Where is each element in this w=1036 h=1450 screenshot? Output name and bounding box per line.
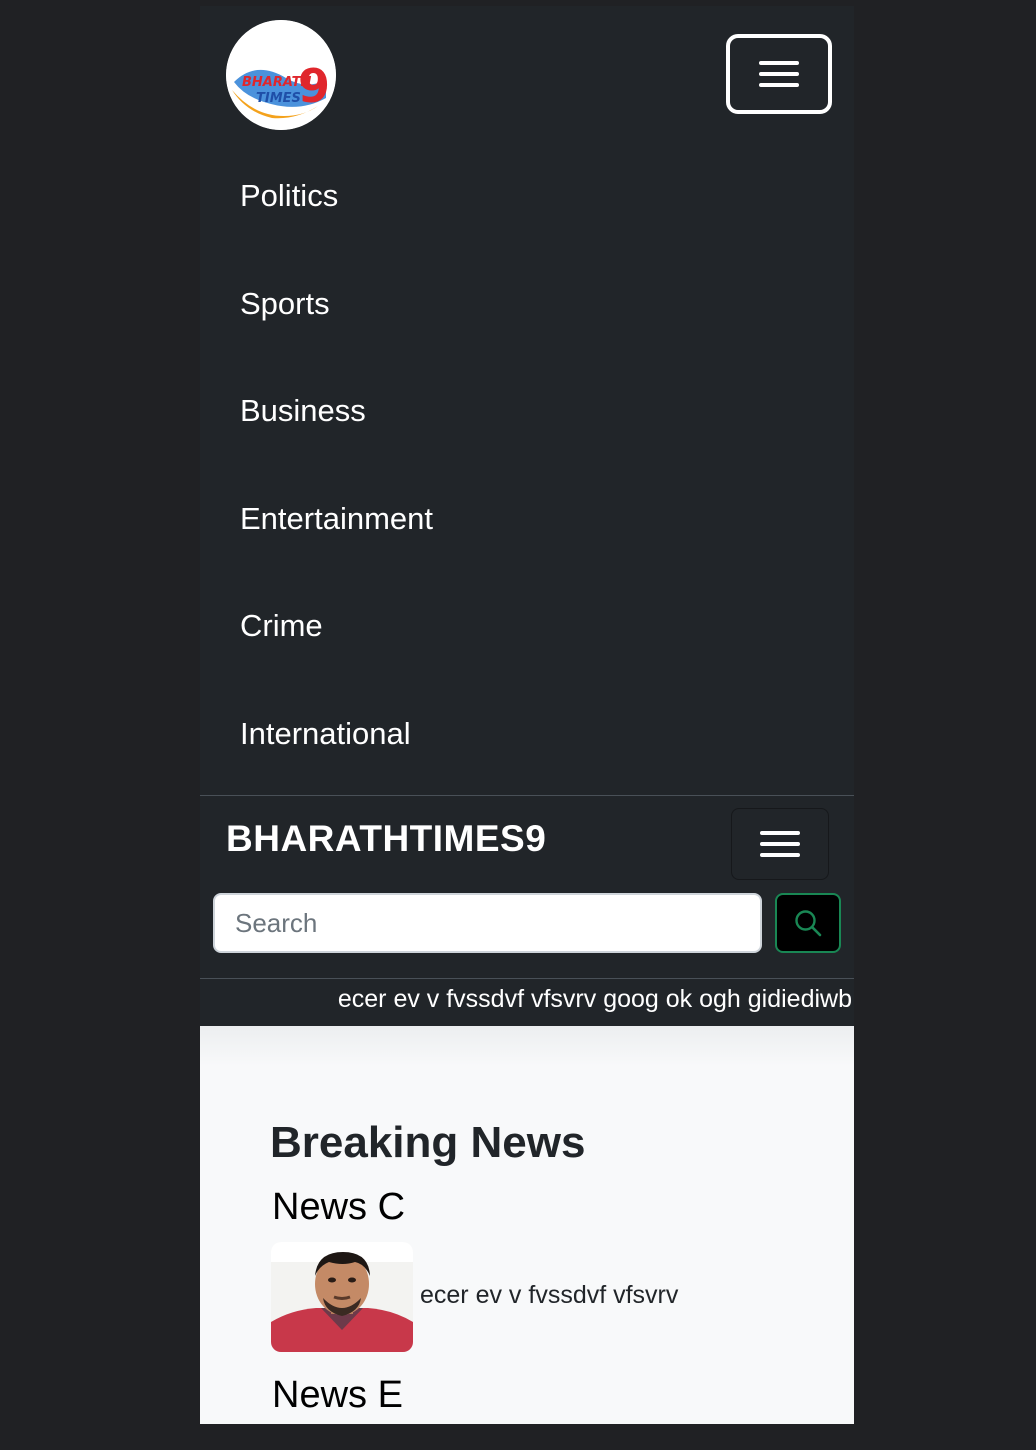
hamburger-icon <box>759 54 799 94</box>
nav-item-business[interactable]: Business <box>240 386 433 494</box>
nav-menu: Politics Sports Business Entertainment C… <box>240 171 433 816</box>
news-title[interactable]: News C <box>272 1186 405 1229</box>
search-button[interactable] <box>775 893 841 953</box>
nav-item-entertainment[interactable]: Entertainment <box>240 494 433 602</box>
news-ticker: ecer ev v fvssdvf vfsvrv goog ok ogh gid… <box>200 979 854 1026</box>
hamburger-icon <box>760 824 800 864</box>
nav-item-politics[interactable]: Politics <box>240 171 433 279</box>
top-navbar: BHARATH TIMES 9 Politics Sports Business… <box>200 6 854 796</box>
news-photo <box>271 1242 413 1352</box>
news-thumbnail[interactable] <box>271 1242 413 1352</box>
page-frame: BHARATH TIMES 9 Politics Sports Business… <box>200 6 854 1424</box>
logo-text-times: TIMES <box>256 91 301 106</box>
logo-graphic: BHARATH TIMES 9 <box>226 20 336 130</box>
news-excerpt: ecer ev v fvssdvf vfsvrv <box>420 1281 679 1309</box>
search-input[interactable] <box>213 893 762 953</box>
logo-numeral: 9 <box>298 59 330 113</box>
main-content: Breaking News News C ecer ev v fvssdvf v… <box>200 1026 854 1424</box>
navbar-divider <box>200 795 854 796</box>
nav-item-international[interactable]: International <box>240 709 433 817</box>
secondary-menu-button[interactable] <box>731 808 829 880</box>
site-logo[interactable]: BHARATH TIMES 9 <box>226 20 336 130</box>
content-shadow <box>200 1026 854 1066</box>
brand-title[interactable]: BHARATHTIMES9 <box>226 818 546 860</box>
nav-item-sports[interactable]: Sports <box>240 279 433 387</box>
section-title: Breaking News <box>270 1118 586 1167</box>
news-title[interactable]: News E <box>272 1374 403 1417</box>
ticker-text[interactable]: ecer ev v fvssdvf vfsvrv goog ok ogh gid… <box>338 985 852 1014</box>
search-icon <box>795 910 822 937</box>
menu-toggle-button[interactable] <box>726 34 832 114</box>
nav-item-crime[interactable]: Crime <box>240 601 433 709</box>
